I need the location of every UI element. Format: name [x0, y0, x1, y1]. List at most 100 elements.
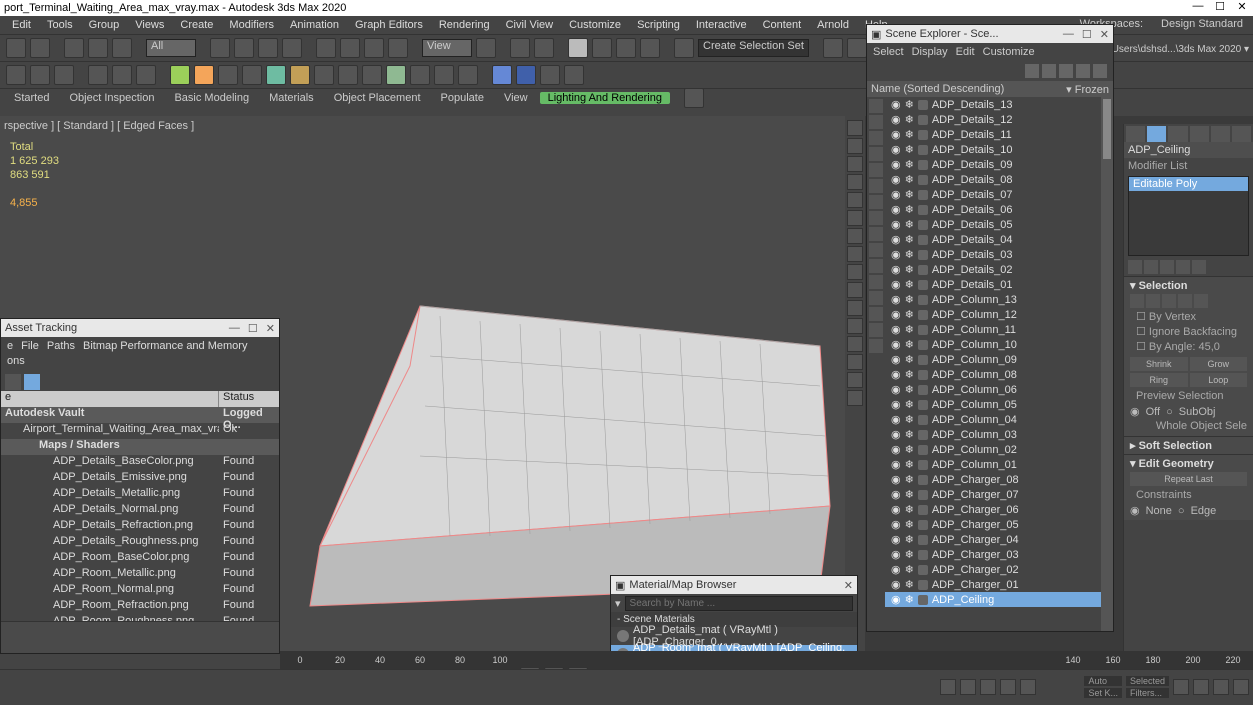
at-row[interactable]: ADP_Room_Refraction.pngFound [1, 599, 279, 615]
eye-icon[interactable]: ◉ [891, 263, 901, 276]
vp-helper-icon[interactable] [847, 228, 863, 244]
se-list-item[interactable]: ◉❄ADP_Charger_04 [885, 532, 1101, 547]
vp-space-icon[interactable] [847, 246, 863, 262]
se-list-item[interactable]: ◉❄ADP_Column_09 [885, 352, 1101, 367]
angle-snap-icon[interactable] [592, 38, 612, 58]
prev-frame-icon[interactable] [960, 679, 976, 695]
freeze-icon[interactable]: ❄ [905, 593, 914, 606]
se-ico-group[interactable] [869, 227, 883, 241]
menu-scripting[interactable]: Scripting [631, 19, 686, 31]
se-list-item[interactable]: ◉❄ADP_Details_10 [885, 142, 1101, 157]
freeze-icon[interactable]: ❄ [905, 248, 914, 261]
play-icon[interactable] [980, 679, 996, 695]
se-ico-camera[interactable] [869, 179, 883, 193]
unique-icon[interactable] [1160, 260, 1174, 274]
ribbon-tab[interactable]: Object Placement [326, 92, 429, 104]
eye-icon[interactable]: ◉ [891, 413, 901, 426]
se-ico-all[interactable] [869, 99, 883, 113]
vray-j-icon[interactable] [386, 65, 406, 85]
edit-named-icon[interactable] [674, 38, 694, 58]
vp-container-icon[interactable] [847, 282, 863, 298]
eye-icon[interactable]: ◉ [891, 158, 901, 171]
freeze-icon[interactable]: ❄ [905, 233, 914, 246]
edge-icon[interactable] [1146, 294, 1160, 308]
element-icon[interactable] [1194, 294, 1208, 308]
se-ico-hidden[interactable] [869, 307, 883, 321]
at-table-icon[interactable] [24, 374, 40, 390]
freeze-icon[interactable]: ❄ [905, 548, 914, 561]
se-list-item[interactable]: ◉❄ADP_Details_05 [885, 217, 1101, 232]
vray-h-icon[interactable] [338, 65, 358, 85]
se-list-item[interactable]: ◉❄ADP_Column_11 [885, 322, 1101, 337]
vp-shape-icon[interactable] [847, 174, 863, 190]
se-ico-tag[interactable] [869, 339, 883, 353]
se-close-icon[interactable]: ✕ [1100, 28, 1109, 41]
minimize-icon[interactable]: — [1191, 0, 1205, 13]
se-list-item[interactable]: ◉❄ADP_Details_08 [885, 172, 1101, 187]
repeat-button[interactable]: Repeat Last [1130, 472, 1247, 486]
rollout-selection[interactable]: ▾ Selection [1130, 279, 1247, 292]
freeze-icon[interactable]: ❄ [905, 458, 914, 471]
eye-icon[interactable]: ◉ [891, 503, 901, 516]
se-list-item[interactable]: ◉❄ADP_Details_12 [885, 112, 1101, 127]
ribbon-tab[interactable]: Materials [261, 92, 322, 104]
vray-i-icon[interactable] [362, 65, 382, 85]
eye-icon[interactable]: ◉ [891, 353, 901, 366]
eye-icon[interactable]: ◉ [891, 398, 901, 411]
curve-editor-icon[interactable] [6, 65, 26, 85]
se-ico-shape[interactable] [869, 147, 883, 161]
mb-close-icon[interactable]: ✕ [844, 579, 853, 592]
menu-views[interactable]: Views [129, 19, 170, 31]
menu-rendering[interactable]: Rendering [433, 19, 496, 31]
se-list-item[interactable]: ◉❄ADP_Column_01 [885, 457, 1101, 472]
freeze-icon[interactable]: ❄ [905, 413, 914, 426]
viewport-label[interactable]: rspective ] [ Standard ] [ Edged Faces ] [4, 120, 194, 132]
se-lock-icon[interactable] [1076, 64, 1090, 78]
ref-coord-dropdown[interactable]: View [422, 39, 472, 57]
mirror-icon[interactable] [823, 38, 843, 58]
vp-light-icon[interactable] [847, 192, 863, 208]
at-col-status[interactable]: Status [219, 391, 279, 407]
cmd-display-tab[interactable] [1211, 126, 1230, 142]
freeze-icon[interactable]: ❄ [905, 203, 914, 216]
cloud-a-icon[interactable] [492, 65, 512, 85]
shrink-button[interactable]: Shrink [1130, 357, 1188, 371]
freeze-icon[interactable]: ❄ [905, 113, 914, 126]
at-row[interactable]: ADP_Details_Normal.pngFound [1, 503, 279, 519]
at-menu-file[interactable]: File [21, 340, 39, 352]
se-list-item[interactable]: ◉❄ADP_Charger_01 [885, 577, 1101, 592]
menu-civilview[interactable]: Civil View [500, 19, 559, 31]
eye-icon[interactable]: ◉ [891, 218, 901, 231]
menu-modifiers[interactable]: Modifiers [223, 19, 280, 31]
vp-bone-icon[interactable] [847, 264, 863, 280]
menu-animation[interactable]: Animation [284, 19, 345, 31]
vray-b-icon[interactable] [194, 65, 214, 85]
se-list-item[interactable]: ◉❄ADP_Details_06 [885, 202, 1101, 217]
se-maximize-icon[interactable]: ☐ [1082, 28, 1092, 41]
at-row[interactable]: ADP_Details_Refraction.pngFound [1, 519, 279, 535]
eye-icon[interactable]: ◉ [891, 488, 901, 501]
border-icon[interactable] [1162, 294, 1176, 308]
freeze-icon[interactable]: ❄ [905, 293, 914, 306]
selection-filter-dropdown[interactable]: All [146, 39, 196, 57]
se-view-icon[interactable] [1059, 64, 1073, 78]
freeze-icon[interactable]: ❄ [905, 353, 914, 366]
se-column-frozen[interactable]: ▾ Frozen [1066, 83, 1109, 96]
se-list-item[interactable]: ◉❄ADP_Column_03 [885, 427, 1101, 442]
undo-icon[interactable] [6, 38, 26, 58]
workspace-dropdown[interactable]: Design Standard [1155, 18, 1249, 30]
at-menu-ons[interactable]: ons [1, 355, 279, 373]
path-crumb[interactable]: Users\dshsd...\3ds Max 2020 ▾ [1112, 44, 1249, 60]
select-name-icon[interactable] [234, 38, 254, 58]
nav-pan-icon[interactable] [1173, 679, 1189, 695]
edge-radio[interactable]: ○ [1178, 505, 1185, 517]
vp-display-icon[interactable] [847, 138, 863, 154]
freeze-icon[interactable]: ❄ [905, 533, 914, 546]
eye-icon[interactable]: ◉ [891, 293, 901, 306]
se-ico-light[interactable] [869, 163, 883, 177]
rollout-editgeo[interactable]: ▾ Edit Geometry [1130, 457, 1247, 470]
vp-tag-icon[interactable] [847, 390, 863, 406]
se-list-item[interactable]: ◉❄ADP_Charger_03 [885, 547, 1101, 562]
vp-geo-icon[interactable] [847, 156, 863, 172]
se-menu-edit[interactable]: Edit [956, 46, 975, 58]
